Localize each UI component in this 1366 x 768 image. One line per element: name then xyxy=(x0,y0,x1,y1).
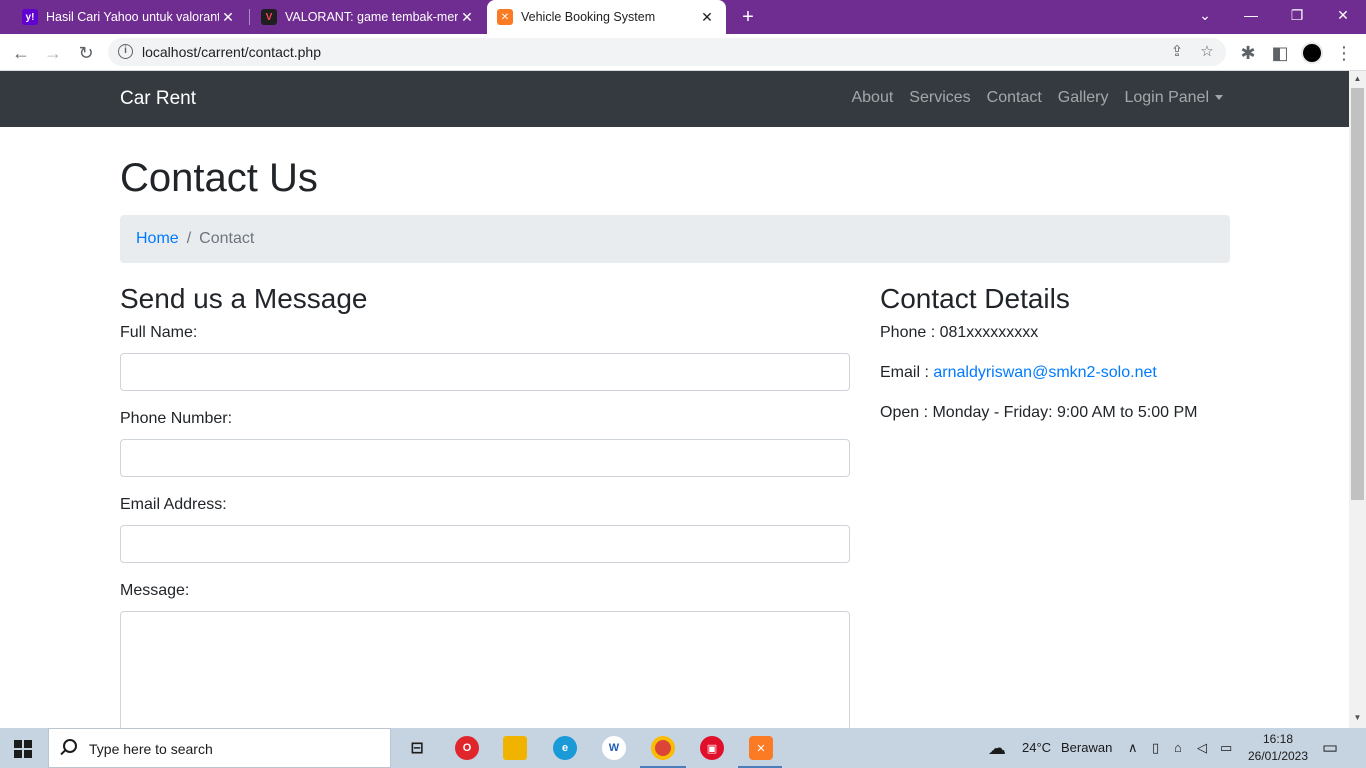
breadcrumb-current: Contact xyxy=(199,230,255,247)
xampp-icon: ✕ xyxy=(497,9,513,25)
taskbar-search-placeholder: Type here to search xyxy=(89,741,213,757)
navbar-brand[interactable]: Car Rent xyxy=(120,88,196,110)
extensions-icon[interactable]: ✱ xyxy=(1235,40,1261,66)
windows-start-icon[interactable] xyxy=(14,740,32,758)
reload-icon[interactable]: ↻ xyxy=(73,40,99,66)
opera-icon[interactable]: O xyxy=(455,736,479,760)
new-tab-button[interactable]: + xyxy=(736,5,760,29)
full-name-input[interactable] xyxy=(120,353,850,391)
contact-details-heading: Contact Details xyxy=(880,283,1070,314)
breadcrumb-separator: / xyxy=(186,230,192,247)
tab-vehicle-booking[interactable]: ✕ Vehicle Booking System ✕ xyxy=(487,0,726,34)
share-icon[interactable]: ⇪ xyxy=(1166,41,1188,63)
chrome-icon[interactable] xyxy=(651,736,675,760)
network-icon[interactable]: ⌂ xyxy=(1174,728,1182,768)
caret-down-icon xyxy=(1215,95,1223,101)
forward-icon[interactable]: → xyxy=(40,40,66,66)
nav-gallery[interactable]: Gallery xyxy=(1058,89,1109,107)
back-icon[interactable]: ← xyxy=(8,40,34,66)
tab-title: Hasil Cari Yahoo untuk valorant xyxy=(46,10,219,24)
word-icon[interactable]: W xyxy=(602,736,626,760)
email-link[interactable]: arnaldyriswan@smkn2-solo.net xyxy=(933,364,1156,381)
ime-icon[interactable]: ▭ xyxy=(1220,728,1232,768)
bookmark-star-icon[interactable]: ☆ xyxy=(1196,41,1218,63)
browser-tab-strip: y! Hasil Cari Yahoo untuk valorant ✕ V V… xyxy=(0,0,1366,34)
form-heading: Send us a Message xyxy=(120,283,368,314)
menu-kebab-icon[interactable]: ⋮ xyxy=(1331,40,1357,66)
red-app-icon[interactable]: ▣ xyxy=(700,736,724,760)
email-label: Email Address: xyxy=(120,496,227,513)
minimize-button[interactable]: — xyxy=(1228,0,1274,30)
clock-time: 16:18 xyxy=(1262,732,1294,746)
tab-valorant[interactable]: V VALORANT: game tembak-menembak ✕ xyxy=(251,0,486,34)
tab-separator xyxy=(249,9,250,25)
search-icon xyxy=(63,739,77,753)
clock-date: 26/01/2023 xyxy=(1247,749,1309,763)
battery-icon[interactable]: ▯ xyxy=(1152,728,1159,768)
nav-contact[interactable]: Contact xyxy=(987,89,1042,107)
email-input[interactable] xyxy=(120,525,850,563)
task-view-icon[interactable]: ⊟ xyxy=(405,736,429,760)
tab-search-icon[interactable]: ⌄ xyxy=(1182,0,1228,30)
contact-email: Email : arnaldyriswan@smkn2-solo.net xyxy=(880,364,1157,382)
page-title: Contact Us xyxy=(120,156,318,200)
valorant-icon: V xyxy=(261,9,277,25)
tab-yahoo[interactable]: y! Hasil Cari Yahoo untuk valorant ✕ xyxy=(12,0,247,34)
site-info-icon[interactable]: i xyxy=(118,44,133,59)
tab-title: VALORANT: game tembak-menembak xyxy=(285,10,458,24)
restore-button[interactable]: ❐ xyxy=(1274,0,1320,30)
edge-icon[interactable]: e xyxy=(553,736,577,760)
nav-services[interactable]: Services xyxy=(909,89,970,107)
contact-open-hours: Open : Monday - Friday: 9:00 AM to 5:00 … xyxy=(880,404,1198,421)
scroll-down-icon[interactable]: ▼ xyxy=(1353,713,1362,725)
phone-detail-value: 081xxxxxxxxx xyxy=(939,324,1039,341)
page-scrollbar[interactable]: ▲ ▼ xyxy=(1349,71,1366,728)
page-viewport: Car Rent About Services Contact Gallery … xyxy=(0,71,1349,728)
yahoo-icon: y! xyxy=(22,9,38,25)
navbar-links: About Services Contact Gallery Login Pan… xyxy=(851,89,1223,107)
taskbar-search-box[interactable]: Type here to search xyxy=(48,728,391,768)
side-panel-icon[interactable]: ◧ xyxy=(1267,40,1293,66)
address-bar[interactable]: i localhost/carrent/contact.php ⇪ ☆ xyxy=(108,38,1226,66)
phone-label: Phone Number: xyxy=(120,410,233,427)
xampp-taskbar-icon[interactable]: ✕ xyxy=(749,736,773,760)
site-navbar: Car Rent About Services Contact Gallery … xyxy=(0,71,1349,127)
url-text[interactable]: localhost/carrent/contact.php xyxy=(142,44,321,60)
breadcrumb: Home / Contact xyxy=(120,215,1230,263)
volume-muted-icon[interactable]: ◁ xyxy=(1197,728,1207,768)
windows-taskbar: Type here to search ⊟ O e W ▣ ✕ ☁ 24°C B… xyxy=(0,728,1366,768)
tab-title: Vehicle Booking System xyxy=(521,10,656,24)
phone-input[interactable] xyxy=(120,439,850,477)
close-tab-icon[interactable]: ✕ xyxy=(219,9,237,26)
scroll-up-icon[interactable]: ▲ xyxy=(1353,74,1362,86)
breadcrumb-home-link[interactable]: Home xyxy=(136,230,179,248)
tray-chevron-up-icon[interactable]: ∧ xyxy=(1128,728,1138,768)
contact-phone: Phone : 081xxxxxxxxx xyxy=(880,324,1038,342)
close-tab-icon[interactable]: ✕ xyxy=(698,9,716,26)
email-detail-label: Email : xyxy=(880,364,929,381)
message-textarea[interactable] xyxy=(120,611,850,728)
message-form: Send us a Message Full Name: Phone Numbe… xyxy=(120,283,850,728)
weather-description[interactable]: Berawan xyxy=(1061,728,1112,768)
nav-about[interactable]: About xyxy=(851,89,893,107)
profile-avatar[interactable] xyxy=(1301,42,1323,64)
browser-toolbar: ← → ↻ i localhost/carrent/contact.php ⇪ … xyxy=(0,34,1366,71)
nav-login-panel[interactable]: Login Panel xyxy=(1124,89,1223,107)
taskbar-clock[interactable]: 16:18 26/01/2023 xyxy=(1238,731,1318,765)
file-explorer-icon[interactable] xyxy=(503,736,527,760)
nav-login-label: Login Panel xyxy=(1124,89,1209,106)
close-tab-icon[interactable]: ✕ xyxy=(458,9,476,26)
weather-cloud-icon: ☁ xyxy=(988,738,1006,758)
full-name-label: Full Name: xyxy=(120,324,198,341)
contact-details: Contact Details Phone : 081xxxxxxxxx Ema… xyxy=(880,283,1230,421)
notification-icon[interactable]: ▭ xyxy=(1322,728,1338,768)
scrollbar-thumb[interactable] xyxy=(1351,88,1364,500)
message-label: Message: xyxy=(120,582,190,599)
phone-detail-label: Phone : xyxy=(880,324,936,341)
close-window-button[interactable]: ✕ xyxy=(1320,0,1366,30)
weather-temperature[interactable]: 24°C xyxy=(1022,728,1051,768)
